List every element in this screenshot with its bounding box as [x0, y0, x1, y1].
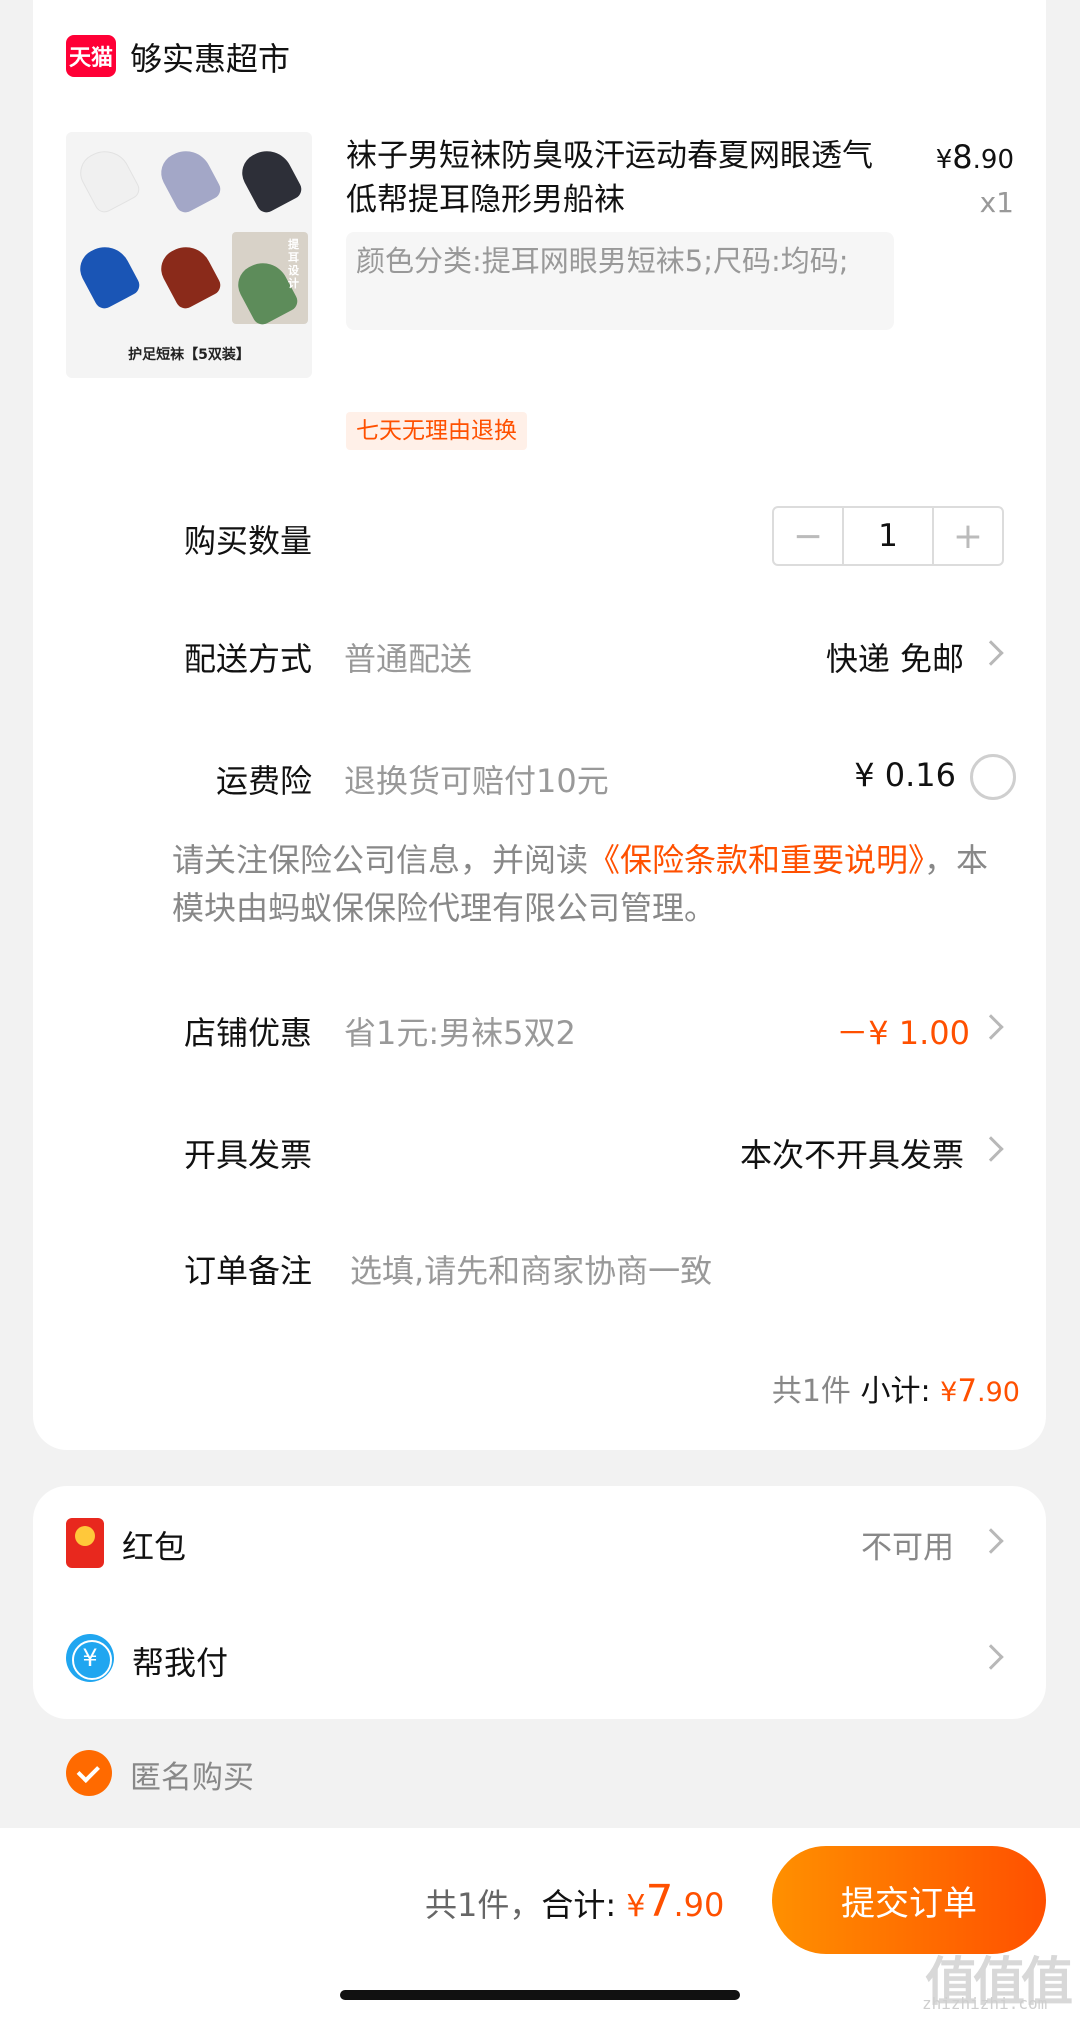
yuan-coin-icon: ¥: [66, 1634, 114, 1682]
invoice-value[interactable]: 本次不开具发票: [640, 1130, 964, 1176]
payment-card: [33, 1486, 1046, 1719]
tmall-logo-icon: 天猫: [66, 35, 116, 77]
sock-worn-image: 提耳设计: [231, 232, 308, 328]
insurance-price: ¥ 0.16: [854, 756, 956, 794]
quantity-label: 购买数量: [183, 522, 312, 560]
product-title[interactable]: 袜子男短袜防臭吸汗运动春夏网眼透气低帮提耳隐形男船袜: [346, 134, 886, 222]
helppay-label[interactable]: 帮我付: [132, 1638, 228, 1684]
thumb-side-text: 提耳设计: [288, 238, 299, 290]
store-name[interactable]: 够实惠超市: [130, 34, 290, 80]
sock-black-image: [232, 136, 308, 228]
sock-red-image: [151, 232, 227, 324]
check-circle-icon[interactable]: [66, 1750, 112, 1796]
remark-label: 订单备注: [183, 1252, 312, 1290]
submit-order-button[interactable]: 提交订单: [772, 1846, 1046, 1954]
product-quantity: x1: [979, 186, 1014, 219]
home-indicator[interactable]: [340, 1990, 740, 2000]
quantity-stepper[interactable]: − 1 +: [772, 506, 1004, 566]
redpacket-label[interactable]: 红包: [122, 1522, 186, 1568]
remark-input[interactable]: 选填,请先和商家协商一致: [350, 1246, 1000, 1292]
redpacket-value[interactable]: 不可用: [760, 1522, 954, 1567]
invoice-label: 开具发票: [183, 1136, 312, 1174]
product-sku[interactable]: 颜色分类:提耳网眼男短袜5;尺码:均码;: [346, 232, 894, 330]
insurance-desc: 退换货可赔付10元: [344, 762, 609, 800]
insurance-notice: 请关注保险公司信息，并阅读《保险条款和重要说明》，本模块由蚂蚁保保险代理有限公司…: [172, 841, 989, 927]
shop-discount-label: 店铺优惠: [183, 1014, 312, 1052]
sock-white-image: [70, 136, 146, 228]
radio-empty-icon[interactable]: [970, 754, 1016, 800]
thumb-caption: 护足短袜【5双装】: [128, 347, 250, 363]
plus-button[interactable]: +: [934, 508, 1002, 564]
product-image[interactable]: 提耳设计 护足短袜【5双装】: [66, 132, 312, 378]
quantity-value[interactable]: 1: [842, 508, 934, 564]
insurance-terms-link[interactable]: 《保险条款和重要说明》: [588, 841, 924, 879]
delivery-value[interactable]: 快递 免邮: [700, 634, 964, 680]
return-policy-tag: 七天无理由退换: [346, 412, 527, 450]
subtotal: 共1件 小计: ¥7.90: [771, 1373, 1020, 1409]
sock-grey-image: [151, 136, 227, 228]
minus-button[interactable]: −: [774, 508, 842, 564]
delivery-label: 配送方式: [183, 640, 312, 678]
product-price: ¥8.90: [935, 138, 1014, 176]
total-summary: 共1件，合计: ¥7.90: [425, 1876, 725, 1927]
red-packet-icon: [66, 1518, 104, 1568]
delivery-method: 普通配送: [344, 640, 473, 678]
insurance-label: 运费险: [215, 762, 312, 800]
watermark-url: zhizhizhi.com: [922, 1994, 1048, 2013]
shop-discount-value[interactable]: －¥ 1.00: [760, 1008, 970, 1054]
anonymous-label[interactable]: 匿名购买: [130, 1752, 254, 1797]
shop-discount-desc: 省1元:男袜5双2: [344, 1014, 576, 1052]
sock-blue-image: [70, 232, 146, 324]
